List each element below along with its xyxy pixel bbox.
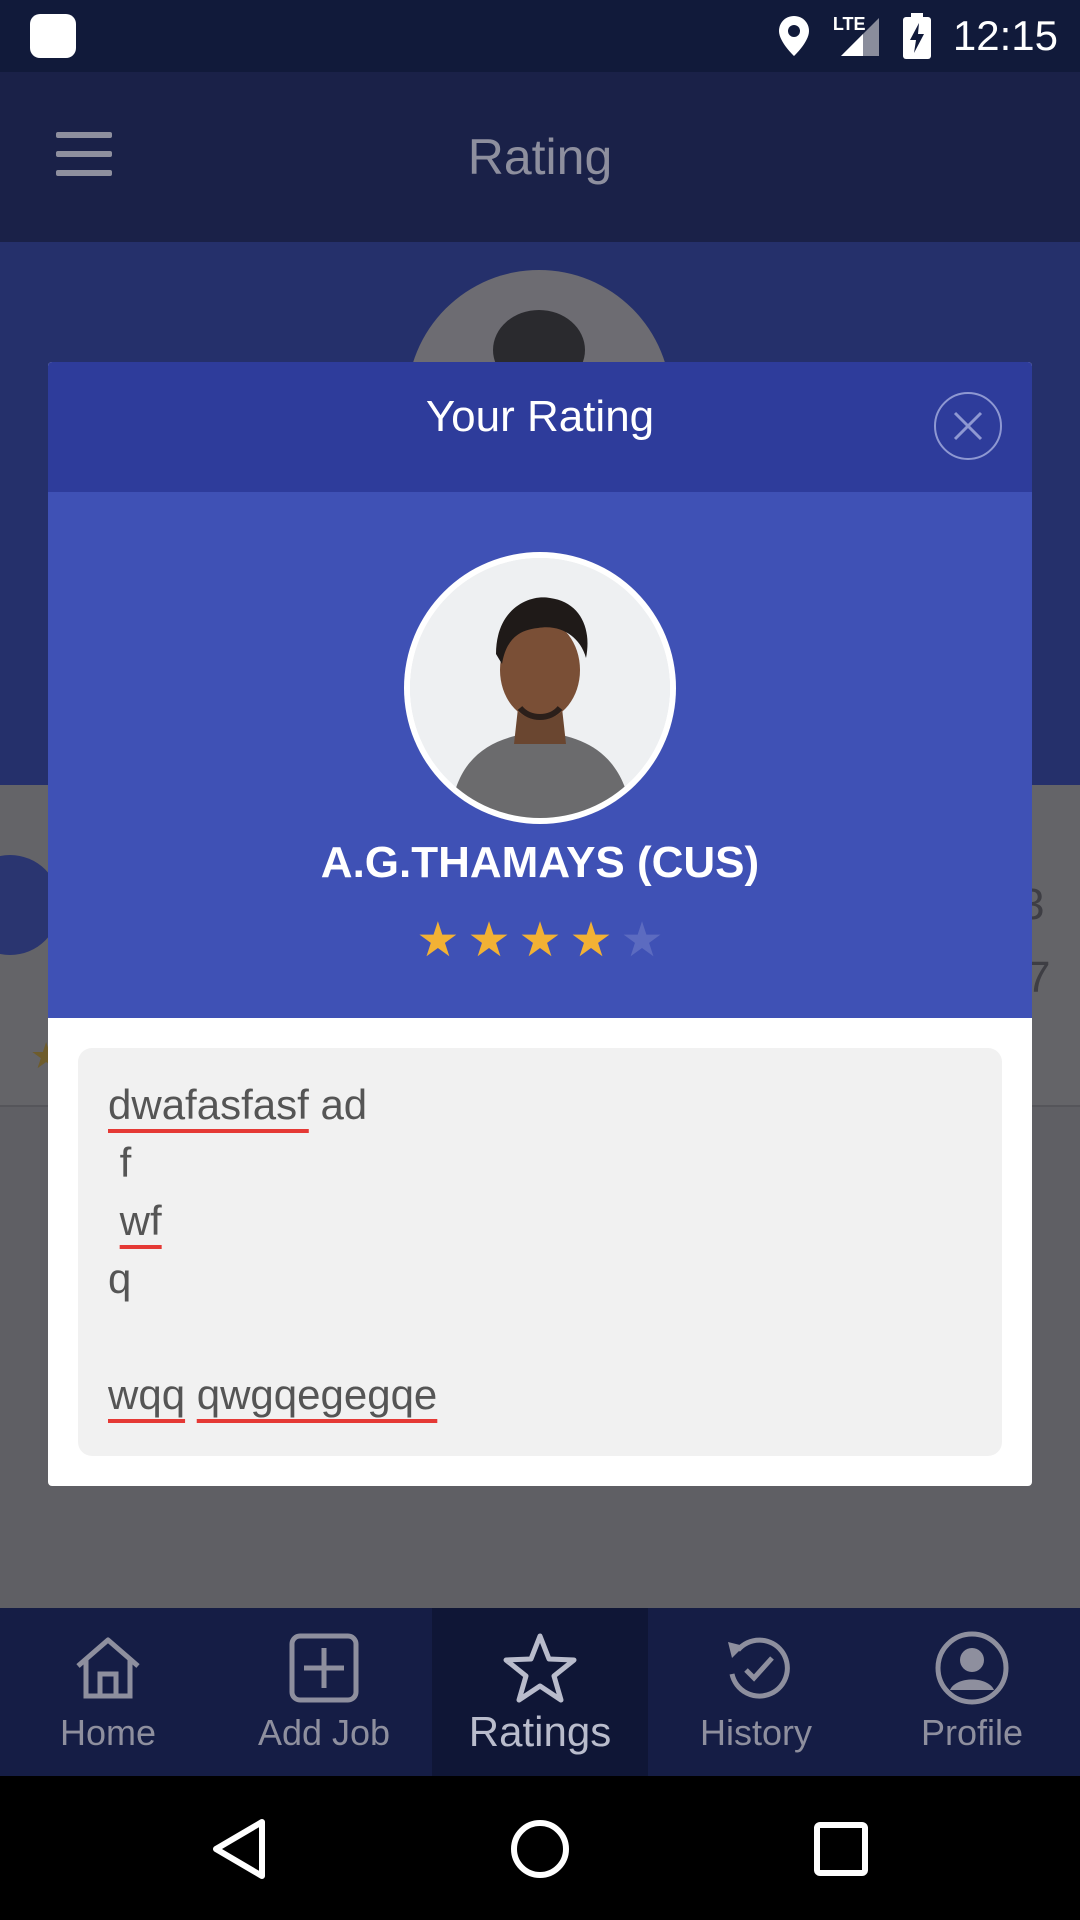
nav-item-history[interactable]: History [648, 1608, 864, 1776]
nav-label: Ratings [468, 1708, 612, 1755]
close-button[interactable] [934, 392, 1002, 460]
review-line: q [108, 1255, 132, 1302]
clock: 12:15 [952, 12, 1058, 59]
location-icon [778, 16, 809, 56]
star-icon: ★ [518, 914, 562, 967]
review-line [108, 1308, 972, 1366]
star-rating: ★ ★ ★ ★ ★ [48, 912, 1032, 968]
review-line: wqq qwgqegegqe [108, 1366, 972, 1424]
nav-item-profile[interactable]: Profile [864, 1608, 1080, 1776]
bottom-navigation: Home Add Job Ratings History Profile [0, 1608, 1080, 1776]
star-icon: ★ [569, 914, 613, 967]
review-line: f [108, 1139, 132, 1186]
nav-label: History [699, 1712, 812, 1753]
system-navigation-bar [0, 1776, 1080, 1920]
review-line: wf [108, 1192, 972, 1250]
star-icon: ★ [467, 914, 511, 967]
app-icon [30, 14, 76, 58]
back-icon[interactable] [206, 1814, 276, 1884]
user-name: A.G.THAMAYS (CUS) [320, 838, 760, 887]
battery-charging-icon [902, 13, 931, 59]
star-icon: ★ [620, 914, 664, 967]
page-title: Rating [467, 129, 613, 185]
nav-label: Profile [920, 1712, 1024, 1753]
status-bar: LTE 12:15 [0, 0, 1080, 72]
user-summary: A.G.THAMAYS (CUS) ★ ★ ★ ★ ★ [48, 492, 1032, 1018]
review-line: dwafasfasf ad [108, 1076, 972, 1134]
review-word: qwgqegegqe [196, 1371, 438, 1418]
nav-item-add-job[interactable]: Add Job [216, 1608, 432, 1776]
nav-label: Add Job [257, 1712, 391, 1753]
recents-icon[interactable] [806, 1814, 876, 1884]
review-word: dwafasfasf [108, 1081, 309, 1128]
home-circle-icon[interactable] [505, 1814, 575, 1884]
rating-dialog: Your Rating A.G.THAMAYS (CUS) ★ ★ ★ ★ ★ … [48, 362, 1032, 1486]
profile-icon [935, 1631, 1009, 1705]
user-photo [410, 558, 670, 818]
home-icon [76, 1637, 140, 1699]
avatar [404, 552, 676, 824]
star-icon: ★ [416, 914, 460, 967]
history-icon [728, 1637, 790, 1699]
close-icon [953, 411, 983, 441]
review-word: ad [308, 1081, 368, 1128]
review-word: wf [119, 1197, 162, 1244]
status-icons: LTE 12:15 [777, 0, 1058, 72]
review-text: dwafasfasf ad f wf q wqq qwgqegegqe [78, 1048, 1002, 1456]
signal-icon: LTE [833, 14, 881, 58]
nav-item-ratings[interactable]: Ratings [432, 1608, 648, 1776]
star-outline-icon [503, 1633, 577, 1703]
app-bar: Rating [0, 72, 1080, 242]
review-word: wqq [108, 1371, 186, 1418]
nav-item-home[interactable]: Home [0, 1608, 216, 1776]
add-box-icon [289, 1633, 359, 1703]
dialog-title: Your Rating [425, 392, 655, 441]
dialog-header: Your Rating [48, 362, 1032, 492]
nav-label: Home [59, 1712, 157, 1753]
